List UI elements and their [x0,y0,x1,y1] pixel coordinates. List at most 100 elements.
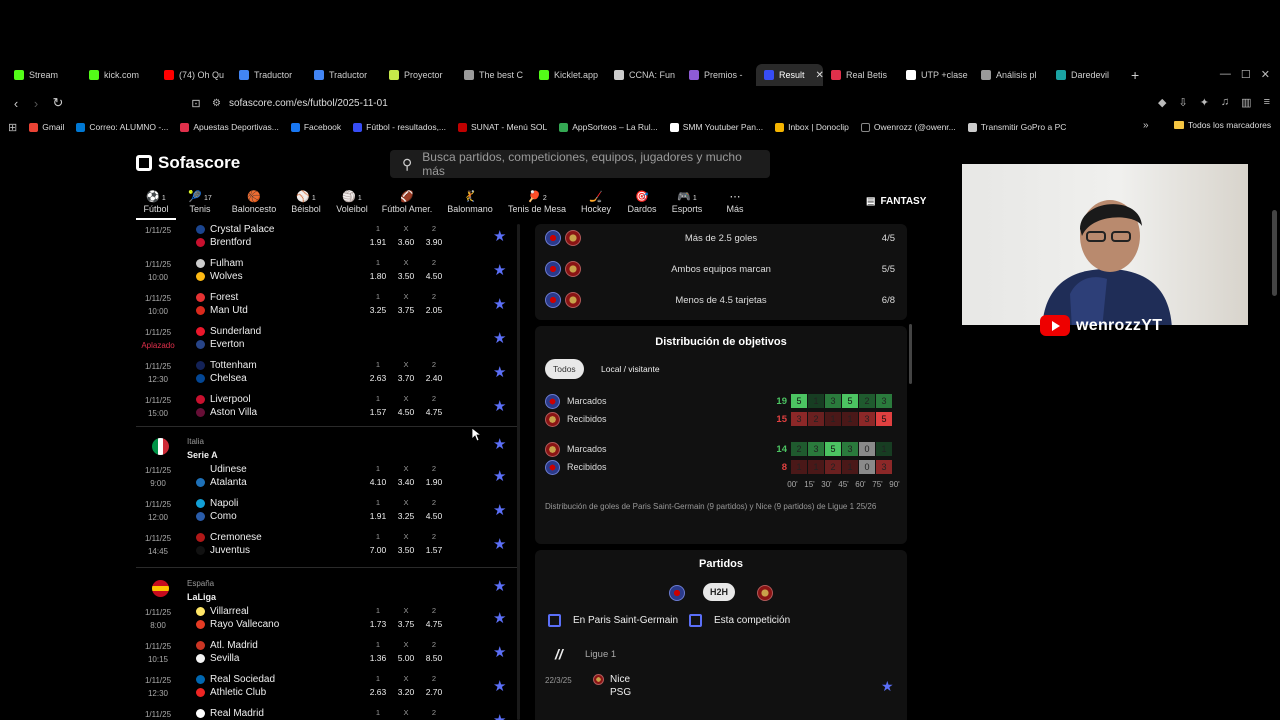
bookmark-item[interactable]: Transmitir GoPro a PC [962,122,1073,132]
sport-tab[interactable]: 🎾 17 Tenis [180,190,220,220]
detail-scrollbar[interactable] [909,324,912,384]
favorite-star-icon[interactable]: ★ [881,678,894,695]
sport-tab[interactable]: ⚾ 1 Béisbol [286,190,326,220]
match-row[interactable]: 1/11/25 Crystal Palace Brentford 1 X 2 1.91 3.6… [136,224,520,258]
sport-tab[interactable]: 🏒 Hockey [576,190,616,220]
odds-value[interactable]: 3.90 [422,237,446,247]
browser-tab[interactable]: (74) Oh Qu [156,64,231,86]
url-field[interactable]: ⚙ sofascore.com/es/futbol/2025-11-01 [212,92,388,114]
media-icon[interactable]: ♫ [1221,96,1229,109]
bookmark-item[interactable]: AppSorteos – La Rul... [553,122,664,132]
match-row[interactable]: 1/11/25 Real Madrid 1 X 2 ★ [136,708,520,720]
sport-tab[interactable]: ⚽ 1 Fútbol [136,190,176,220]
odds-value[interactable]: 1.80 [366,271,390,281]
browser-tab[interactable]: Kicklet.app [531,64,606,86]
match-list-scrollbar[interactable] [517,224,520,720]
odds-value[interactable]: 4.50 [422,271,446,281]
favorite-star-icon[interactable]: ★ [493,609,506,627]
browser-tab[interactable]: Premios - [681,64,756,86]
match-row[interactable]: 1/11/25 10:00 Forest Man Utd 1 X 2 3.25 3.75 2.05… [136,292,520,326]
odds-value[interactable]: 2.63 [366,373,390,383]
match-row[interactable]: 1/11/25 10:00 Fulham Wolves 1 X 2 1.80 3.50 4.50 ★ [136,258,520,292]
odds-value[interactable]: 7.00 [366,545,390,555]
odds-value[interactable]: 3.75 [394,305,418,315]
odds-value[interactable]: 2.63 [366,687,390,697]
site-info-icon[interactable]: ⚙ [212,98,221,109]
bookmark-item[interactable]: Facebook [285,122,347,132]
bookmark-page-icon[interactable]: ⊡ [186,97,206,110]
match-row[interactable]: 1/11/25 10:15 Atl. Madrid Sevilla 1 X 2 1.36 5.0… [136,640,520,674]
bookmark-item[interactable]: Correo: ALUMNO -... [70,122,174,132]
puzzle-icon[interactable]: ✦ [1200,96,1209,109]
odds-value[interactable]: 1.90 [422,477,446,487]
psg-crest-icon[interactable] [669,585,685,601]
odds-value[interactable]: 1.36 [366,653,390,663]
odds-value[interactable]: 1.73 [366,619,390,629]
favorite-star-icon[interactable]: ★ [493,435,506,453]
download-icon[interactable]: ⇩ [1178,96,1187,109]
sidebar-icon[interactable]: ▥ [1241,96,1251,109]
favorite-star-icon[interactable]: ★ [493,643,506,661]
h2h-button[interactable]: H2H [703,583,736,601]
sport-tab[interactable]: 🏀 Baloncesto [226,190,282,220]
close-tab-icon[interactable]: ✕ [816,70,823,81]
odds-value[interactable]: 3.25 [394,511,418,521]
bookmark-item[interactable]: SUNAT - Menú SOL [452,122,553,132]
browser-tab[interactable]: kick.com [81,64,156,86]
match-row[interactable]: 1/11/25 12:30 Real Sociedad Athletic Club 1 X… [136,674,520,708]
browser-tab[interactable]: Real Betis [823,64,898,86]
browser-tab[interactable]: Proyector [381,64,456,86]
bookmark-item[interactable]: Apuestas Deportivas... [174,122,285,132]
match-row[interactable]: 1/11/25 14:45 Cremonese Juventus 1 X 2 7.00 3.50… [136,532,520,566]
more-bookmarks-icon[interactable]: » [1143,120,1149,131]
odds-value[interactable]: 1.91 [366,511,390,521]
bookmark-item[interactable]: Inbox | Donoclip [769,122,855,132]
favorite-star-icon[interactable]: ★ [493,467,506,485]
sofascore-logo[interactable]: Sofascore [136,153,240,173]
filter-competition-checkbox[interactable] [689,614,702,627]
odds-value[interactable]: 3.70 [394,373,418,383]
favorite-star-icon[interactable]: ★ [493,501,506,519]
odds-value[interactable]: 4.50 [422,511,446,521]
odds-value[interactable]: 4.75 [422,619,446,629]
bookmark-item[interactable]: Fútbol - resultados,... [347,122,452,132]
reload-icon[interactable]: ↻ [48,95,68,111]
sport-tab[interactable]: 🤾 Balonmano [442,190,498,220]
browser-tab[interactable]: Traductor [231,64,306,86]
odds-value[interactable]: 3.25 [366,305,390,315]
all-bookmarks[interactable]: Todos los marcadores [1174,120,1271,130]
browser-tab[interactable]: Traductor [306,64,381,86]
favorite-star-icon[interactable]: ★ [493,261,506,279]
extension-icon[interactable]: ◆ [1158,96,1166,109]
maximize-icon[interactable]: ☐ [1241,68,1251,81]
odds-value[interactable]: 3.50 [394,271,418,281]
odds-value[interactable]: 4.10 [366,477,390,487]
menu-icon[interactable]: ≡ [1264,96,1270,109]
tab-home-away[interactable]: Local / visitante [593,359,668,379]
odds-value[interactable]: 3.20 [394,687,418,697]
browser-tab[interactable]: Análisis pl [973,64,1048,86]
sport-tab[interactable]: 🎮 1 Esports [666,190,708,220]
match-row[interactable]: 1/11/25 15:00 Liverpool Aston Villa 1 X 2 1.57 4… [136,394,520,428]
match-row[interactable]: 1/11/25 8:00 Villarreal Rayo Vallecano 1 X 2 1.… [136,606,520,640]
odds-value[interactable]: 2.05 [422,305,446,315]
favorite-star-icon[interactable]: ★ [493,711,506,720]
favorite-star-icon[interactable]: ★ [493,295,506,313]
league-header[interactable]: España LaLiga ★ [136,572,520,602]
browser-tab[interactable]: Stream [6,64,81,86]
favorite-star-icon[interactable]: ★ [493,227,506,245]
favorite-star-icon[interactable]: ★ [493,535,506,553]
bookmark-item[interactable]: Gmail [23,122,70,132]
browser-tab[interactable]: Result ✕ [756,64,823,86]
sport-tab[interactable]: 🎯 Dardos [622,190,662,220]
sport-tab[interactable]: 🏐 1 Voleibol [332,190,372,220]
odds-value[interactable]: 3.60 [394,237,418,247]
sport-tab[interactable]: ⋯ Más [720,190,750,220]
sport-tab[interactable]: 🏓 2 Tenis de Mesa [504,190,570,220]
league-header[interactable]: Italia Serie A ★ [136,430,520,460]
minimize-icon[interactable]: — [1220,68,1231,81]
favorite-star-icon[interactable]: ★ [493,397,506,415]
favorite-star-icon[interactable]: ★ [493,577,506,595]
fantasy-link[interactable]: ▤ FANTASY [866,196,926,207]
odds-value[interactable]: 3.40 [394,477,418,487]
